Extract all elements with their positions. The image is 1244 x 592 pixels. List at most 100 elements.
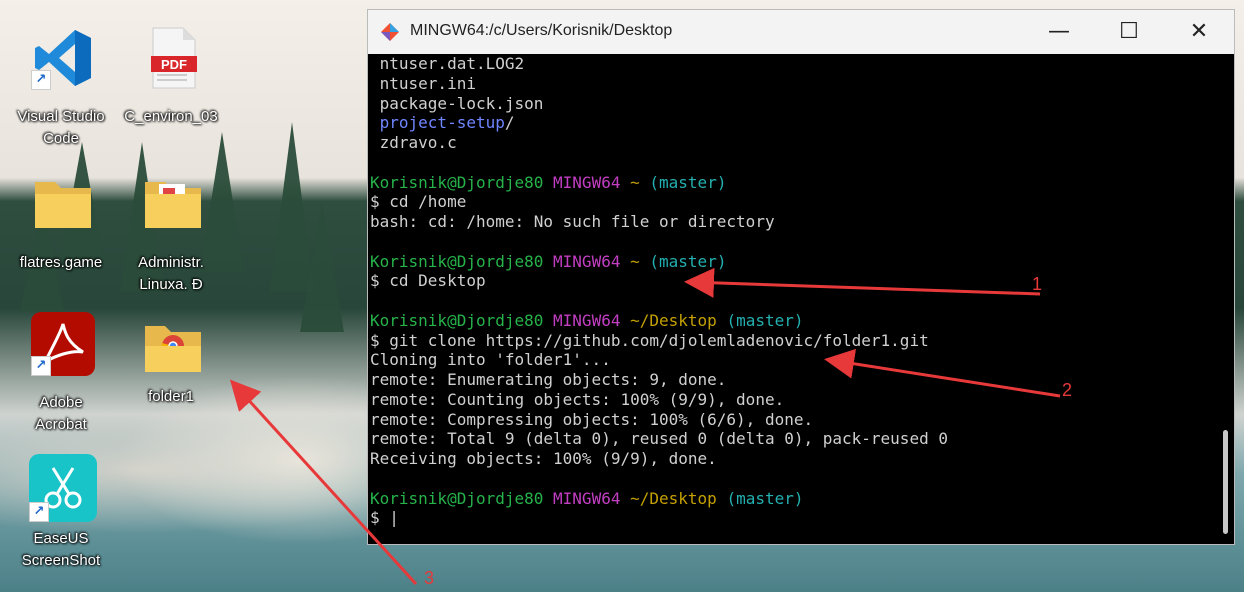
desktop-icon-folder1[interactable]: folder1 [116,316,226,444]
terminal-text: remote: Compressing objects: 100% (6/6),… [370,409,814,429]
terminal-text: MINGW64 [553,310,621,330]
terminal-line: $ cd /home [370,192,466,212]
terminal-text: (master) [726,488,804,508]
terminal-text: ~/Desktop [630,488,717,508]
terminal-line: Korisnik@Djordje80 MINGW64 ~/Desktop (ma… [370,311,804,331]
terminal-line: Korisnik@Djordje80 MINGW64 ~ (master) [370,252,726,272]
terminal-text: $ git clone https://github.com/djolemlad… [370,330,929,350]
vertical-scrollbar[interactable] [1216,54,1234,544]
terminal-line: project-setup/ [370,113,515,133]
scrollbar-thumb[interactable] [1223,430,1228,534]
desktop-icon-label: EaseUS ScreenShot [21,530,101,569]
desktop-icon-label: Administr. Linuxa. Đ [138,254,204,293]
desktop-icon-easeus-screenshot[interactable]: ↗ EaseUS ScreenShot [6,454,116,582]
shortcut-arrow-icon: ↗ [31,70,51,90]
terminal-line: remote: Total 9 (delta 0), reused 0 (del… [370,429,948,449]
terminal-text: $ | [370,508,399,528]
easeus-screenshot-icon: ↗ [29,454,97,522]
terminal-line: bash: cd: /home: No such file or directo… [370,212,775,232]
terminal-text: (master) [649,172,727,192]
terminal-text: ~ [630,172,640,192]
terminal-text: Korisnik@Djordje80 [370,172,544,192]
vscode-icon: ↗ [31,26,95,90]
terminal-line: ntuser.ini [370,74,476,94]
desktop-icon-administr-linuxa[interactable]: Administr. Linuxa. Đ [116,172,226,300]
tree-decoration [300,202,344,332]
minimize-button[interactable]: — [1024,10,1094,54]
shortcut-arrow-icon: ↗ [29,502,49,522]
folder-icon [31,172,95,236]
terminal-text: MINGW64 [553,251,621,271]
terminal-line: remote: Enumerating objects: 9, done. [370,370,726,390]
desktop-icon-label: Adobe Acrobat [35,394,87,433]
terminal-text: MINGW64 [553,172,621,192]
terminal-text: remote: Enumerating objects: 9, done. [370,370,727,389]
desktop-icon-adobe-acrobat[interactable]: ↗ Adobe Acrobat [6,312,116,440]
terminal-line: zdravo.c [370,133,457,153]
terminal-text: ~/Desktop [630,310,717,330]
terminal-text: project-setup [370,113,505,133]
terminal-text: / [504,113,515,133]
terminal-line: Receiving objects: 100% (9/9), done. [370,449,717,469]
terminal-text: ntuser.ini [370,73,476,93]
git-bash-icon [380,22,400,46]
desktop-icon-label: flatres.game [19,254,103,271]
desktop-icon-flatres-game[interactable]: flatres.game [6,172,116,300]
terminal-line: remote: Counting objects: 100% (9/9), do… [370,390,784,410]
desktop-icon-label: Visual Studio Code [17,108,105,147]
close-button[interactable]: ✕ [1164,10,1234,54]
window-titlebar[interactable]: MINGW64:/c/Users/Korisnik/Desktop — ☐ ✕ [368,10,1234,54]
terminal-text: zdravo.c [370,133,457,152]
desktop-icon-vscode[interactable]: ↗ Visual Studio Code [6,26,116,154]
pdf-badge: PDF [161,57,187,72]
terminal-text: ~ [630,251,640,271]
desktop-icon-label: C_environ_03 [124,108,218,125]
git-bash-window[interactable]: MINGW64:/c/Users/Korisnik/Desktop — ☐ ✕ … [368,10,1234,544]
terminal-line: remote: Compressing objects: 100% (6/6),… [370,410,813,430]
terminal-line: $ git clone https://github.com/djolemlad… [370,331,929,351]
terminal-text: (master) [649,251,727,271]
terminal-line: $ | [370,508,399,528]
pdf-icon: PDF [141,26,205,90]
terminal-line: package-lock.json [370,93,544,114]
terminal-line: Korisnik@Djordje80 MINGW64 ~/Desktop (ma… [370,489,804,509]
terminal-text: $ cd /home [370,192,467,212]
terminal-text: bash: cd: /home: No such file or directo… [370,212,775,231]
folder-icon [141,316,205,380]
maximize-button[interactable]: ☐ [1094,10,1164,54]
terminal-text: Cloning into 'folder1'... [370,350,611,370]
terminal-line: ntuser.dat.LOG2 [370,54,525,74]
folder-icon [141,172,205,236]
terminal-output[interactable]: ntuser.dat.LOG2 ntuser.ini package-lock.… [368,54,1216,544]
terminal-text: remote: Counting objects: 100% (9/9), do… [370,389,785,409]
terminal-text: package-lock.json [370,93,544,113]
terminal-text: (master) [726,310,804,330]
terminal-text: $ cd Desktop [370,271,486,291]
terminal-line: $ cd Desktop [370,271,486,291]
acrobat-icon: ↗ [31,312,95,376]
terminal-text: Korisnik@Djordje80 [370,310,544,330]
terminal-text: MINGW64 [553,488,621,508]
terminal-text: Receiving objects: 100% (9/9), done. [370,449,717,468]
terminal-text: Korisnik@Djordje80 [370,488,544,508]
shortcut-arrow-icon: ↗ [31,356,51,376]
terminal-line: Cloning into 'folder1'... [370,350,611,370]
terminal-line: Korisnik@Djordje80 MINGW64 ~ (master) [370,173,726,193]
terminal-text: ntuser.dat.LOG2 [370,54,525,73]
window-title: MINGW64:/c/Users/Korisnik/Desktop [410,22,673,39]
desktop-icon-label: folder1 [148,388,194,405]
desktop-icon-pdf[interactable]: PDF C_environ_03 [116,26,226,154]
terminal-text: remote: Total 9 (delta 0), reused 0 (del… [370,429,948,449]
